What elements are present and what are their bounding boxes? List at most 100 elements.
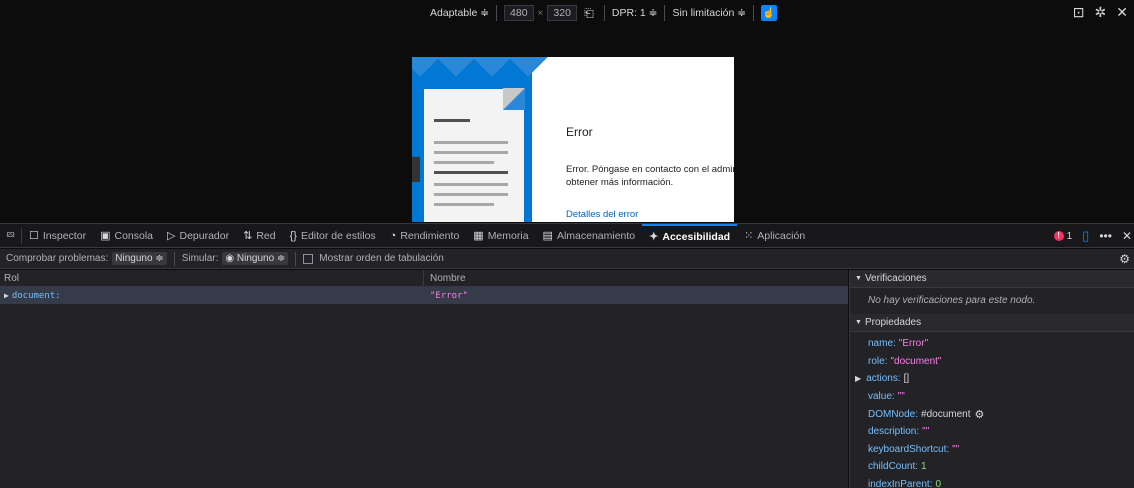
page-viewport[interactable]: Error Error. Póngase en contacto con el … <box>412 57 734 222</box>
doc-line <box>434 203 494 206</box>
error-details-link[interactable]: Detalles del error <box>566 209 638 220</box>
tab-list: ☐ Inspector ▣ Consola ▷ Depurador ⇅ Red{} Editor… <box>22 223 812 248</box>
property-value: #document <box>921 408 971 420</box>
tab-depurador[interactable]: ▷ Depurador <box>160 224 236 248</box>
row-name: "Error" <box>430 290 468 301</box>
expand-triangle-icon[interactable]: ▶ <box>4 291 9 300</box>
tab-order-label[interactable]: Mostrar orden de tabulación <box>319 253 444 264</box>
tab-almacenamiento[interactable]: ▤ Almacenamiento <box>536 224 643 248</box>
pattern-tile <box>412 57 440 77</box>
element-picker-icon[interactable]: ⮹ <box>0 227 22 244</box>
property-key: description: <box>868 426 920 438</box>
tab-label: Consola <box>114 229 154 242</box>
tree-header: Rol Nombre <box>0 269 848 287</box>
property-row[interactable]: value: "" <box>850 388 1134 406</box>
tab-label: Rendimiento <box>400 229 460 242</box>
rotate-icon[interactable]: ⎗ <box>581 5 597 21</box>
property-value: "" <box>952 443 960 455</box>
expand-triangle-icon[interactable]: ▶ <box>855 374 861 383</box>
check-issues-dropdown[interactable]: Ninguno ≑ <box>112 252 167 265</box>
tab-icon: ⇅ <box>243 230 253 242</box>
rdm-right-controls: ⊡ ✲ ✕ <box>1073 4 1128 21</box>
more-options-icon[interactable]: ••• <box>1099 229 1112 243</box>
divider <box>664 5 666 21</box>
screenshot-icon[interactable]: ⊡ <box>1073 4 1085 21</box>
property-value: 1 <box>921 461 927 473</box>
error-count-badge[interactable]: ! 1 <box>1053 231 1072 242</box>
dpr-selector[interactable]: DPR: 1 ≑ <box>612 7 658 19</box>
throttling-selector[interactable]: Sin limitación ≑ <box>672 7 746 19</box>
role-column-header[interactable]: Rol <box>0 269 424 287</box>
accessibility-toolbar: Comprobar problemas: Ninguno ≑ Simular: … <box>0 249 1134 269</box>
doc-line <box>434 183 508 186</box>
property-value: "Error" <box>898 338 929 350</box>
property-value: 0 <box>935 479 942 488</box>
tab-label: Aplicación <box>757 229 806 242</box>
tab-icon: ▷ <box>167 230 176 242</box>
property-value: [] <box>903 373 910 385</box>
properties-section-header[interactable]: ▼ Propiedades <box>850 314 1134 332</box>
viewport-width-input[interactable]: 480 <box>504 5 534 21</box>
property-row[interactable]: indexInParent: 0 <box>850 476 1134 488</box>
settings-icon[interactable]: ✲ <box>1095 4 1107 21</box>
no-checks-message: No hay verificaciones para este nodo. <box>868 295 1036 306</box>
error-title: Error <box>566 125 593 139</box>
tab-memoria[interactable]: ▦ Memoria <box>466 224 535 248</box>
name-column-header[interactable]: Nombre <box>424 273 466 284</box>
tab-label: Depurador <box>179 229 230 242</box>
tab-consola[interactable]: ▣ Consola <box>93 224 160 248</box>
property-row[interactable]: DOMNode: #document ⚙ <box>850 405 1134 423</box>
property-value: "" <box>897 391 905 403</box>
property-value: "" <box>922 426 930 438</box>
simulate-dropdown[interactable]: ◉ Ninguno ≑ <box>222 252 289 265</box>
touch-icon[interactable]: ☝ <box>761 5 778 21</box>
property-value: "document" <box>890 355 942 367</box>
property-key: role: <box>868 355 888 367</box>
viewport-height-input[interactable]: 320 <box>547 5 577 21</box>
tab-order-checkbox[interactable] <box>303 253 314 264</box>
check-issues-label: Comprobar problemas: <box>6 253 109 264</box>
doc-line <box>434 151 508 154</box>
property-row[interactable]: description: "" <box>850 423 1134 441</box>
tab-icon: ▦ <box>473 230 484 242</box>
property-key: value: <box>868 391 895 403</box>
property-row[interactable]: role: "document" <box>850 353 1134 371</box>
pattern-tile <box>508 57 548 77</box>
tab-accesibilidad[interactable]: ✦ Accesibilidad <box>642 223 738 248</box>
doc-line <box>434 161 494 164</box>
property-row[interactable]: childCount: 1 <box>850 458 1134 476</box>
divider <box>496 5 498 21</box>
toolbox-controls: ! 1 ▯ ••• ✕ <box>1053 228 1132 244</box>
tab-icon: ✦ <box>649 231 659 243</box>
property-row[interactable]: keyboardShortcut: "" <box>850 441 1134 459</box>
doc-line <box>434 193 508 196</box>
doc-line <box>434 119 470 122</box>
tab-label: Editor de estilos <box>300 229 376 242</box>
checks-section-header[interactable]: ▼ Verificaciones <box>850 270 1134 288</box>
property-key: name: <box>868 338 896 350</box>
tab-editor-de-estilos[interactable]: {} Editor de estilos <box>283 224 383 248</box>
tab-red[interactable]: ⇅ Red <box>236 224 282 248</box>
close-icon[interactable]: ✕ <box>1116 4 1128 21</box>
select-node-icon[interactable]: ⚙ <box>975 408 985 421</box>
property-row[interactable]: name: "Error" <box>850 335 1134 353</box>
tree-row[interactable]: ▶ document: "Error" <box>0 287 848 304</box>
error-message: Error. Póngase en contacto con el admini… <box>566 164 734 188</box>
tab-inspector[interactable]: ☐ Inspector <box>22 224 93 248</box>
close-devtools-icon[interactable]: ✕ <box>1122 229 1132 243</box>
pattern-tile <box>472 57 512 77</box>
tab-label: Memoria <box>487 229 529 242</box>
dimension-separator: × <box>537 7 544 19</box>
property-row[interactable]: ▶ actions:[] <box>850 370 1134 388</box>
error-icon: ! <box>1053 231 1064 241</box>
rdm-controls: Adaptable ≑ 480 × 320 ⎗ DPR: 1 ≑ Sin lim… <box>430 5 778 21</box>
divider <box>603 5 605 21</box>
device-selector[interactable]: Adaptable ≑ <box>430 7 489 19</box>
tab-rendimiento[interactable]: ◔ Rendimiento <box>383 224 467 248</box>
rdm-toggle-icon[interactable]: ▯ <box>1082 228 1089 244</box>
a11y-settings-icon[interactable]: ⚙ <box>1119 252 1130 266</box>
tab-icon: ◔ <box>389 229 397 242</box>
tab-label: Accesibilidad <box>662 230 731 243</box>
tab-aplicación[interactable]: ⁙ Aplicación <box>737 224 812 248</box>
tab-icon: ▤ <box>542 230 553 242</box>
